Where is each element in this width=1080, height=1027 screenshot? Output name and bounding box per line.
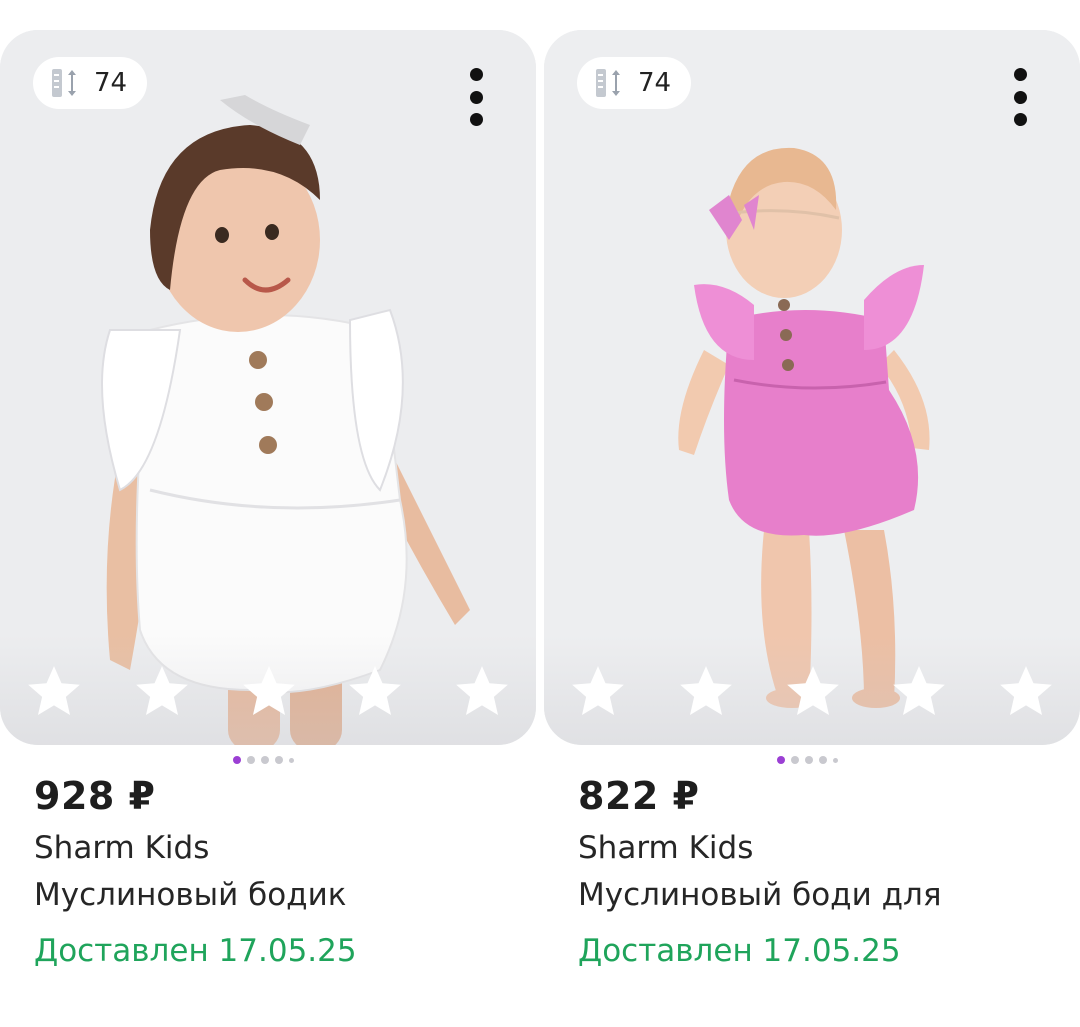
star-icon-3[interactable] [781,661,845,723]
size-value: 74 [638,68,672,98]
product-price: 822 ₽ [578,774,700,818]
star-icon-5[interactable] [994,661,1058,723]
star-icon-3[interactable] [237,661,301,723]
product-card-2[interactable]: 74 822 ₽ Sharm Kids Муслиновый боди для … [544,30,1080,1020]
product-brand[interactable]: Sharm Kids [578,830,753,866]
size-badge: 74 [33,57,147,109]
product-photo[interactable]: 74 [0,30,536,745]
size-ruler-icon [596,69,620,97]
photo-pager [777,755,838,765]
product-photo[interactable]: 74 [544,30,1080,745]
more-vertical-icon [1013,68,1027,81]
delivery-status: Доставлен 17.05.25 [578,933,901,969]
star-icon-1[interactable] [566,661,630,723]
star-icon-4[interactable] [887,661,951,723]
delivery-status: Доставлен 17.05.25 [34,933,357,969]
pager-dot-active [777,756,785,764]
photo-pager [233,755,294,765]
product-name[interactable]: Муслиновый бодик [34,877,346,913]
more-options-button[interactable] [468,68,484,126]
pager-dot-active [233,756,241,764]
product-brand[interactable]: Sharm Kids [34,830,209,866]
star-icon-2[interactable] [130,661,194,723]
star-icon-2[interactable] [674,661,738,723]
more-vertical-icon [469,68,483,81]
size-value: 74 [94,68,128,98]
size-ruler-icon [52,69,76,97]
rating-stars[interactable] [544,635,1080,745]
product-card-1[interactable]: 74 928 ₽ Sharm Kids Муслиновый бодик Дос… [0,30,536,1020]
product-name[interactable]: Муслиновый боди для [578,877,942,913]
more-options-button[interactable] [1012,68,1028,126]
star-icon-5[interactable] [450,661,514,723]
rating-stars[interactable] [0,635,536,745]
star-icon-4[interactable] [343,661,407,723]
star-icon-1[interactable] [22,661,86,723]
size-badge: 74 [577,57,691,109]
product-price: 928 ₽ [34,774,156,818]
